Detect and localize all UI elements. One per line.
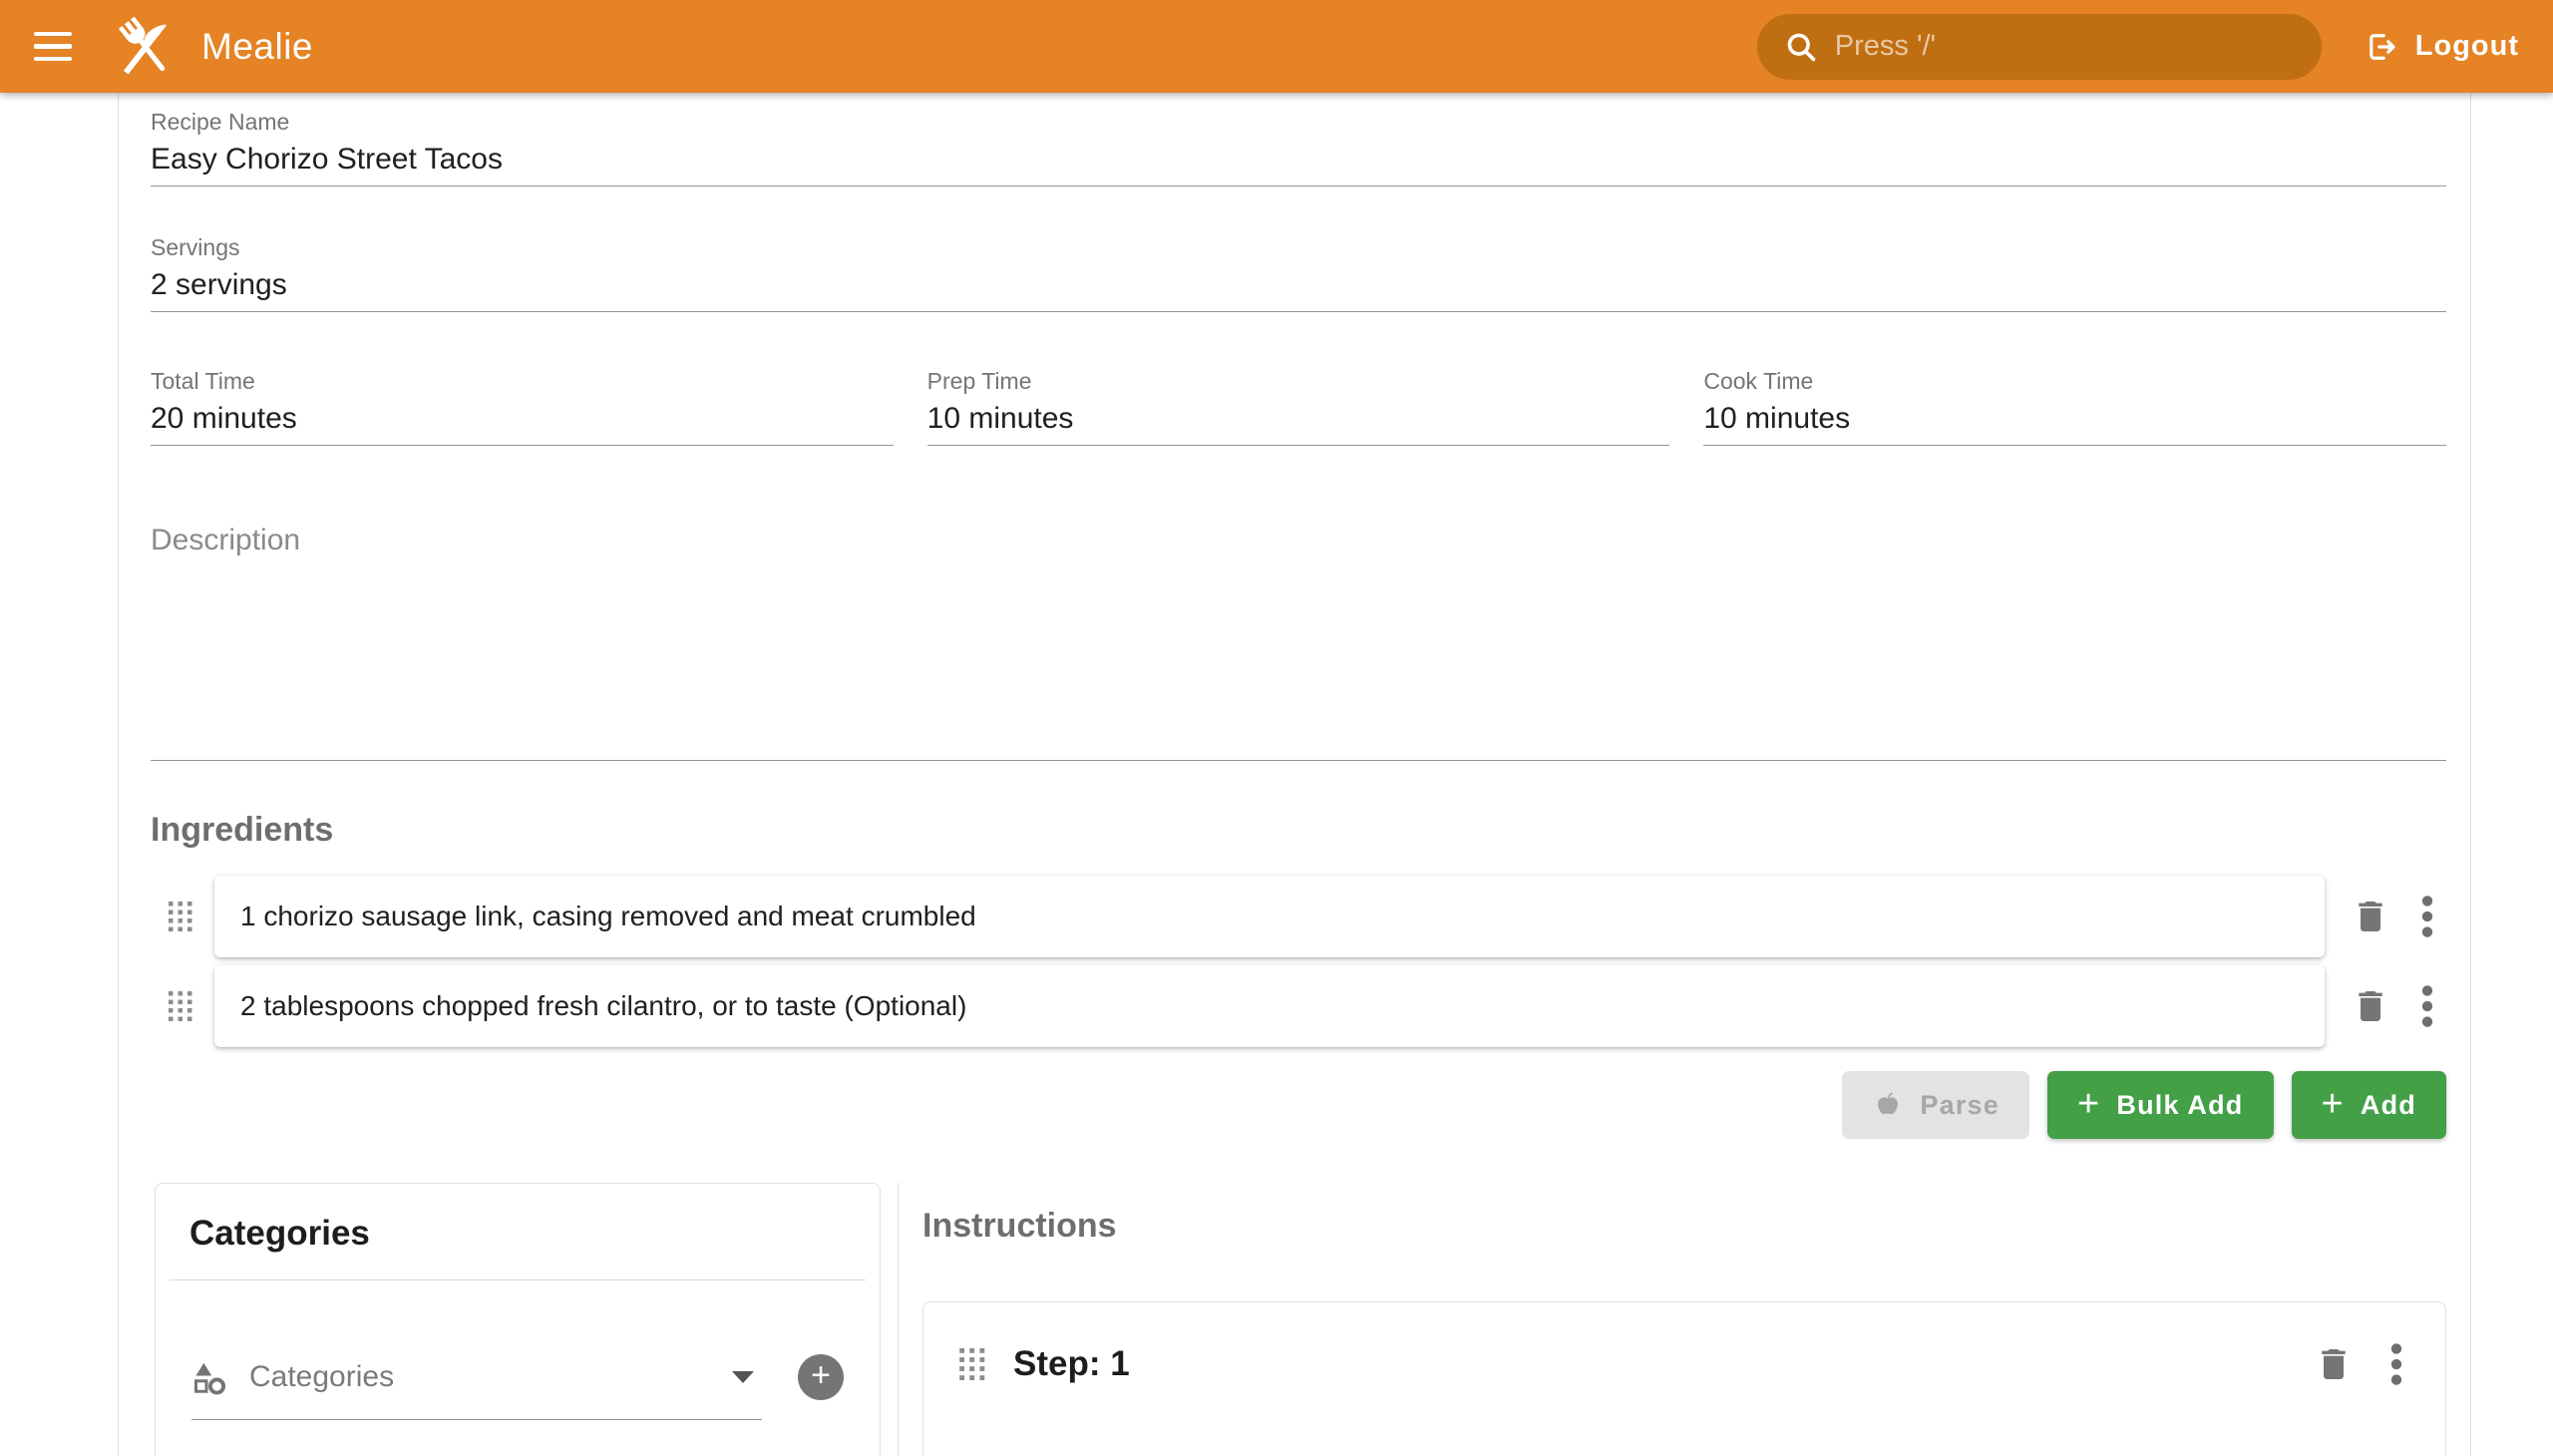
plus-icon: +: [2322, 1085, 2345, 1123]
app-title: Mealie: [201, 26, 313, 68]
recipe-name-label: Recipe Name: [151, 109, 2446, 136]
delete-ingredient-button[interactable]: [2351, 897, 2390, 936]
servings-label: Servings: [151, 234, 2446, 261]
ingredient-input[interactable]: [240, 990, 2299, 1022]
cook-time-field: Cook Time: [1703, 368, 2446, 446]
ingredients-heading: Ingredients: [151, 811, 2446, 850]
prep-time-input[interactable]: [927, 402, 1670, 446]
menu-icon[interactable]: [24, 18, 82, 76]
ingredient-input[interactable]: [240, 901, 2299, 932]
shapes-icon: [191, 1359, 227, 1395]
categories-body: Categories +: [156, 1280, 880, 1456]
description-textarea[interactable]: [151, 524, 2446, 761]
step-card: Step: 1 Combine crumbled chorizo and chi…: [922, 1301, 2446, 1456]
step-title: Step: 1: [1013, 1344, 1130, 1384]
ingredient-actions: Parse + Bulk Add + Add: [151, 1071, 2446, 1139]
categories-title: Categories: [156, 1184, 880, 1279]
drag-handle-icon[interactable]: [169, 902, 192, 931]
bulk-add-button[interactable]: + Bulk Add: [2047, 1071, 2274, 1139]
drag-handle-icon[interactable]: [169, 991, 192, 1021]
parse-label: Parse: [1920, 1090, 2000, 1121]
servings-input[interactable]: [151, 268, 2446, 312]
logout-icon: [2364, 29, 2399, 65]
ingredient-list: [151, 876, 2446, 1047]
search-input[interactable]: [1835, 30, 2296, 63]
logout-button[interactable]: Logout: [2352, 12, 2531, 82]
add-button[interactable]: + Add: [2292, 1071, 2447, 1139]
cook-time-input[interactable]: [1703, 402, 2446, 446]
lower-section: Categories Categories: [151, 1183, 2446, 1456]
servings-field: Servings: [151, 234, 2446, 312]
recipe-editor-card: Recipe Name Servings Total Time Prep Tim…: [118, 93, 2471, 1456]
chevron-down-icon: [732, 1371, 754, 1383]
ingredient-input-card: [214, 965, 2325, 1047]
step-menu-icon[interactable]: [2389, 1342, 2403, 1386]
add-category-button[interactable]: +: [798, 1354, 844, 1400]
ingredient-menu-icon[interactable]: [2420, 895, 2434, 938]
time-row: Total Time Prep Time Cook Time: [151, 368, 2446, 446]
cook-time-label: Cook Time: [1703, 368, 2446, 395]
total-time-field: Total Time: [151, 368, 894, 446]
add-label: Add: [2361, 1090, 2416, 1121]
instructions-column: Instructions Step: 1: [922, 1183, 2446, 1456]
plus-icon: +: [2077, 1085, 2100, 1123]
ingredient-input-card: [214, 876, 2325, 957]
logout-label: Logout: [2415, 30, 2519, 63]
categories-card: Categories Categories: [155, 1183, 881, 1456]
total-time-input[interactable]: [151, 402, 894, 446]
ingredient-menu-icon[interactable]: [2420, 984, 2434, 1028]
search-box[interactable]: [1757, 14, 2322, 80]
step-header: Step: 1: [959, 1342, 2409, 1386]
ingredient-row: [151, 876, 2446, 957]
prep-time-label: Prep Time: [927, 368, 1670, 395]
categories-select[interactable]: Categories: [191, 1359, 762, 1420]
search-icon: [1783, 29, 1819, 65]
app-bar: Mealie Logout: [0, 0, 2553, 93]
vertical-divider: [898, 1183, 899, 1456]
categories-select-label: Categories: [249, 1360, 710, 1394]
apple-icon: [1872, 1089, 1904, 1121]
categories-column: Categories Categories: [155, 1183, 881, 1456]
bulk-add-label: Bulk Add: [2116, 1090, 2243, 1121]
drag-handle-icon[interactable]: [959, 1348, 985, 1380]
mealie-logo-icon: [110, 13, 178, 81]
prep-time-field: Prep Time: [927, 368, 1670, 446]
ingredient-row: [151, 965, 2446, 1047]
total-time-label: Total Time: [151, 368, 894, 395]
delete-step-button[interactable]: [2314, 1344, 2354, 1384]
parse-button[interactable]: Parse: [1842, 1071, 2029, 1139]
delete-ingredient-button[interactable]: [2351, 986, 2390, 1026]
instructions-heading: Instructions: [922, 1207, 2446, 1246]
step-instruction-text[interactable]: Combine crumbled chorizo and chipotle pe…: [959, 1448, 2409, 1456]
recipe-name-input[interactable]: [151, 143, 2446, 186]
recipe-name-field: Recipe Name: [151, 109, 2446, 186]
description-field: [151, 524, 2446, 761]
